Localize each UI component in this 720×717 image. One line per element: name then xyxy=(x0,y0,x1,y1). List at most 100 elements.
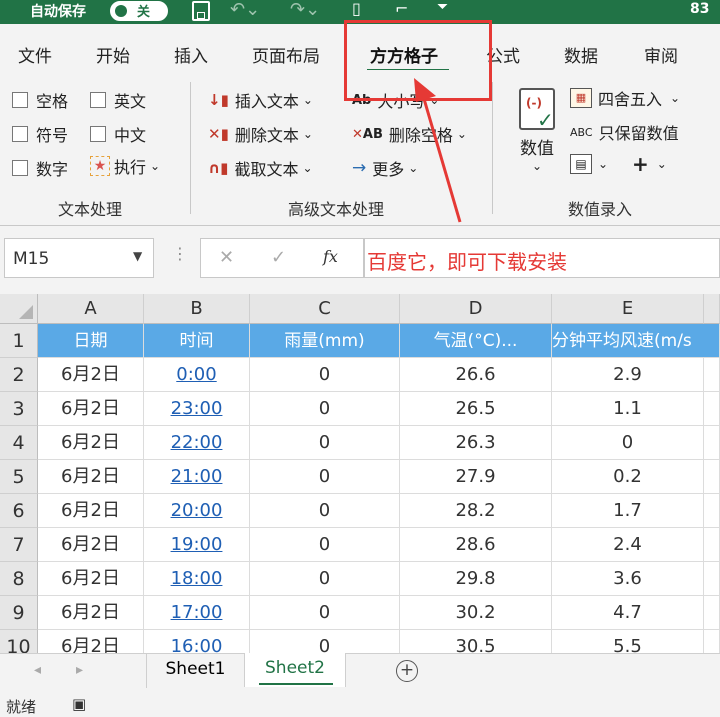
cell-wind[interactable]: 1.1 xyxy=(552,392,704,426)
value-button[interactable]: (-) ✓ 数值 ⌄ xyxy=(512,84,562,188)
cell-rain[interactable]: 0 xyxy=(250,630,400,653)
cell-rain[interactable]: 0 xyxy=(250,596,400,630)
cell-temp[interactable]: 26.5 xyxy=(400,392,552,426)
cell-time[interactable]: 20:00 xyxy=(144,494,250,528)
tab-sheet2[interactable]: Sheet2 xyxy=(244,653,346,687)
cell-empty[interactable] xyxy=(704,528,720,562)
cell-time[interactable]: 16:00 xyxy=(144,630,250,653)
row-header[interactable]: 6 xyxy=(0,494,38,528)
cell-date[interactable]: 6月2日 xyxy=(38,358,144,392)
cell-temp[interactable]: 28.6 xyxy=(400,528,552,562)
column-header[interactable]: D xyxy=(400,294,552,324)
time-link[interactable]: 20:00 xyxy=(171,500,223,521)
cell-temp[interactable]: 26.6 xyxy=(400,358,552,392)
time-link[interactable]: 22:00 xyxy=(171,432,223,453)
time-link[interactable]: 23:00 xyxy=(171,398,223,419)
cell-time[interactable]: 22:00 xyxy=(144,426,250,460)
cell-temp[interactable]: 30.5 xyxy=(400,630,552,653)
cell-rain[interactable]: 0 xyxy=(250,528,400,562)
checkbox-number[interactable]: 数字 xyxy=(12,156,68,180)
tab-page-layout[interactable]: 页面布局 xyxy=(252,42,320,67)
tab-data[interactable]: 数据 xyxy=(564,42,598,67)
confirm-icon[interactable]: ✓ xyxy=(271,247,286,268)
cell-time[interactable]: 19:00 xyxy=(144,528,250,562)
scroll-left-icon[interactable]: ◂ xyxy=(34,662,41,678)
cell-empty[interactable] xyxy=(704,630,720,653)
cell-empty[interactable] xyxy=(704,494,720,528)
checkbox-symbol[interactable]: 符号 xyxy=(12,122,68,146)
row-header[interactable]: 3 xyxy=(0,392,38,426)
insert-text-button[interactable]: ↓▮ 插入文本 ⌄ xyxy=(208,88,313,112)
row-header[interactable]: 7 xyxy=(0,528,38,562)
more-options-icon[interactable]: ⋮ xyxy=(172,244,188,263)
cell-empty[interactable] xyxy=(704,426,720,460)
select-all-corner[interactable] xyxy=(0,294,38,324)
spreadsheet-grid[interactable]: A B C D E 1 日期 时间 雨量(mm) 气温(°C)... 分钟平均风… xyxy=(0,294,720,653)
row-header[interactable]: 2 xyxy=(0,358,38,392)
cell-date[interactable]: 6月2日 xyxy=(38,426,144,460)
cell-time[interactable]: 17:00 xyxy=(144,596,250,630)
column-header[interactable] xyxy=(704,294,720,324)
cell-rain[interactable]: 0 xyxy=(250,562,400,596)
add-sheet-button[interactable]: + xyxy=(396,660,418,682)
cell-date[interactable]: 6月2日 xyxy=(38,630,144,653)
header-cell-wind[interactable]: 分钟平均风速(m/s xyxy=(552,324,720,358)
column-header[interactable]: A xyxy=(38,294,144,324)
row-header[interactable]: 5 xyxy=(0,460,38,494)
tab-home[interactable]: 开始 xyxy=(96,42,130,67)
cell-wind[interactable]: 1.7 xyxy=(552,494,704,528)
time-link[interactable]: 19:00 xyxy=(171,534,223,555)
cell-wind[interactable]: 2.9 xyxy=(552,358,704,392)
keep-values-button[interactable]: ABC 只保留数值 xyxy=(570,120,679,144)
cell-empty[interactable] xyxy=(704,562,720,596)
accessibility-icon[interactable]: ▣ xyxy=(72,695,86,713)
cell-wind[interactable]: 0 xyxy=(552,426,704,460)
formula-input[interactable]: 百度它，即可下载安装 xyxy=(364,238,720,278)
cell-wind[interactable]: 5.5 xyxy=(552,630,704,653)
cell-temp[interactable]: 29.8 xyxy=(400,562,552,596)
time-link[interactable]: 18:00 xyxy=(171,568,223,589)
header-cell-time[interactable]: 时间 xyxy=(144,324,250,358)
function-icon[interactable]: fx xyxy=(323,247,338,266)
tab-review[interactable]: 审阅 xyxy=(644,42,678,67)
cell-time[interactable]: 21:00 xyxy=(144,460,250,494)
time-link[interactable]: 0:00 xyxy=(176,364,216,385)
autosave-toggle[interactable]: 关 xyxy=(110,1,168,21)
execute-button[interactable]: ★ 执行 ⌄ xyxy=(90,154,160,178)
cell-rain[interactable]: 0 xyxy=(250,358,400,392)
row-header[interactable]: 10 xyxy=(0,630,38,653)
header-cell-date[interactable]: 日期 xyxy=(38,324,144,358)
cell-rain[interactable]: 0 xyxy=(250,392,400,426)
time-link[interactable]: 16:00 xyxy=(171,636,223,653)
cell-wind[interactable]: 4.7 xyxy=(552,596,704,630)
header-cell-rain[interactable]: 雨量(mm) xyxy=(250,324,400,358)
name-box[interactable]: M15 ▼ xyxy=(4,238,154,278)
add-dropdown[interactable]: + ⌄ xyxy=(632,152,667,176)
row-header[interactable]: 4 xyxy=(0,426,38,460)
document-icon[interactable]: ⌐ xyxy=(395,0,408,18)
header-cell-temp[interactable]: 气温(°C)... xyxy=(400,324,552,358)
cell-wind[interactable]: 2.4 xyxy=(552,528,704,562)
cell-temp[interactable]: 27.9 xyxy=(400,460,552,494)
row-header[interactable]: 9 xyxy=(0,596,38,630)
cell-temp[interactable]: 28.2 xyxy=(400,494,552,528)
tab-file[interactable]: 文件 xyxy=(18,42,52,67)
cell-time[interactable]: 18:00 xyxy=(144,562,250,596)
column-header[interactable]: E xyxy=(552,294,704,324)
cancel-icon[interactable]: ✕ xyxy=(219,247,234,268)
row-header[interactable]: 8 xyxy=(0,562,38,596)
checkbox-english[interactable]: 英文 xyxy=(90,88,146,112)
save-icon[interactable] xyxy=(192,1,210,21)
cell-date[interactable]: 6月2日 xyxy=(38,562,144,596)
cell-rain[interactable]: 0 xyxy=(250,494,400,528)
cell-time[interactable]: 0:00 xyxy=(144,358,250,392)
quick-access-icon[interactable]: ▯ xyxy=(352,0,361,18)
cell-empty[interactable] xyxy=(704,358,720,392)
format-dropdown[interactable]: ▤ ⌄ xyxy=(570,154,608,174)
scroll-right-icon[interactable]: ▸ xyxy=(76,662,83,678)
cell-wind[interactable]: 0.2 xyxy=(552,460,704,494)
cell-date[interactable]: 6月2日 xyxy=(38,460,144,494)
redo-icon[interactable]: ↷⌄ xyxy=(290,0,320,20)
column-header[interactable]: B xyxy=(144,294,250,324)
tab-sheet1[interactable]: Sheet1 xyxy=(146,654,244,688)
